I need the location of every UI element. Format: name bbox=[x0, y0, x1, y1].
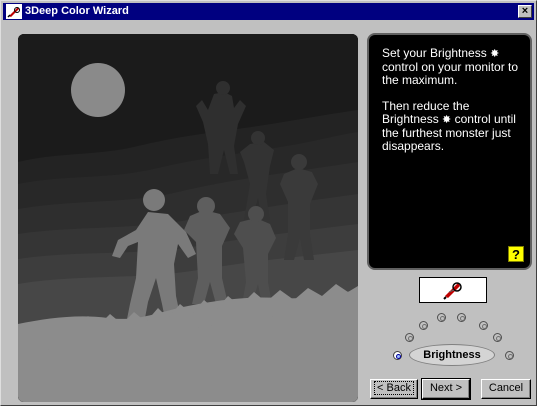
brightness-dial: Brightness bbox=[381, 309, 531, 369]
dial-setting-7[interactable] bbox=[493, 333, 502, 342]
dial-setting-2[interactable] bbox=[405, 333, 414, 342]
instruction-step-2: Then reduce the Brightness ✸ control unt… bbox=[382, 100, 527, 153]
brightness-dial-label: Brightness bbox=[409, 344, 495, 366]
instruction-panel: Set your Brightness ✸ control on your mo… bbox=[367, 33, 532, 270]
dial-setting-8[interactable] bbox=[505, 351, 514, 360]
instruction-step-1: Set your Brightness ✸ control on your mo… bbox=[382, 47, 527, 87]
close-button[interactable]: × bbox=[518, 5, 532, 18]
help-button[interactable]: ? bbox=[508, 246, 524, 262]
back-button[interactable]: < Back bbox=[370, 379, 418, 399]
step1-text-end: control on your monitor to the maximum. bbox=[382, 60, 519, 87]
moon bbox=[71, 63, 125, 117]
dial-setting-4[interactable] bbox=[437, 313, 446, 322]
dial-setting-6[interactable] bbox=[479, 321, 488, 330]
calibration-scene bbox=[18, 34, 358, 402]
dial-setting-1[interactable] bbox=[393, 351, 402, 360]
step1-text-start: Set your Brightness bbox=[382, 46, 487, 60]
monster-scene-image bbox=[18, 34, 358, 402]
dial-setting-5[interactable] bbox=[457, 313, 466, 322]
brightness-icon: ✸ bbox=[490, 48, 500, 60]
app-logo-icon bbox=[6, 4, 22, 19]
window-title: 3Deep Color Wizard bbox=[25, 5, 129, 17]
next-button[interactable]: Next > bbox=[421, 378, 471, 400]
instruction-text: Set your Brightness ✸ control on your mo… bbox=[382, 47, 527, 166]
brightness-icon: ✸ bbox=[442, 114, 452, 126]
brightness-preview bbox=[419, 277, 487, 303]
wizard-window: 3Deep Color Wizard × Set your Brightness… bbox=[0, 0, 537, 406]
dial-setting-3[interactable] bbox=[419, 321, 428, 330]
monitor-logo-icon bbox=[443, 282, 462, 300]
title-bar[interactable]: 3Deep Color Wizard × bbox=[3, 3, 534, 20]
back-button-label: < Back bbox=[374, 381, 414, 395]
cancel-button[interactable]: Cancel bbox=[481, 379, 531, 399]
